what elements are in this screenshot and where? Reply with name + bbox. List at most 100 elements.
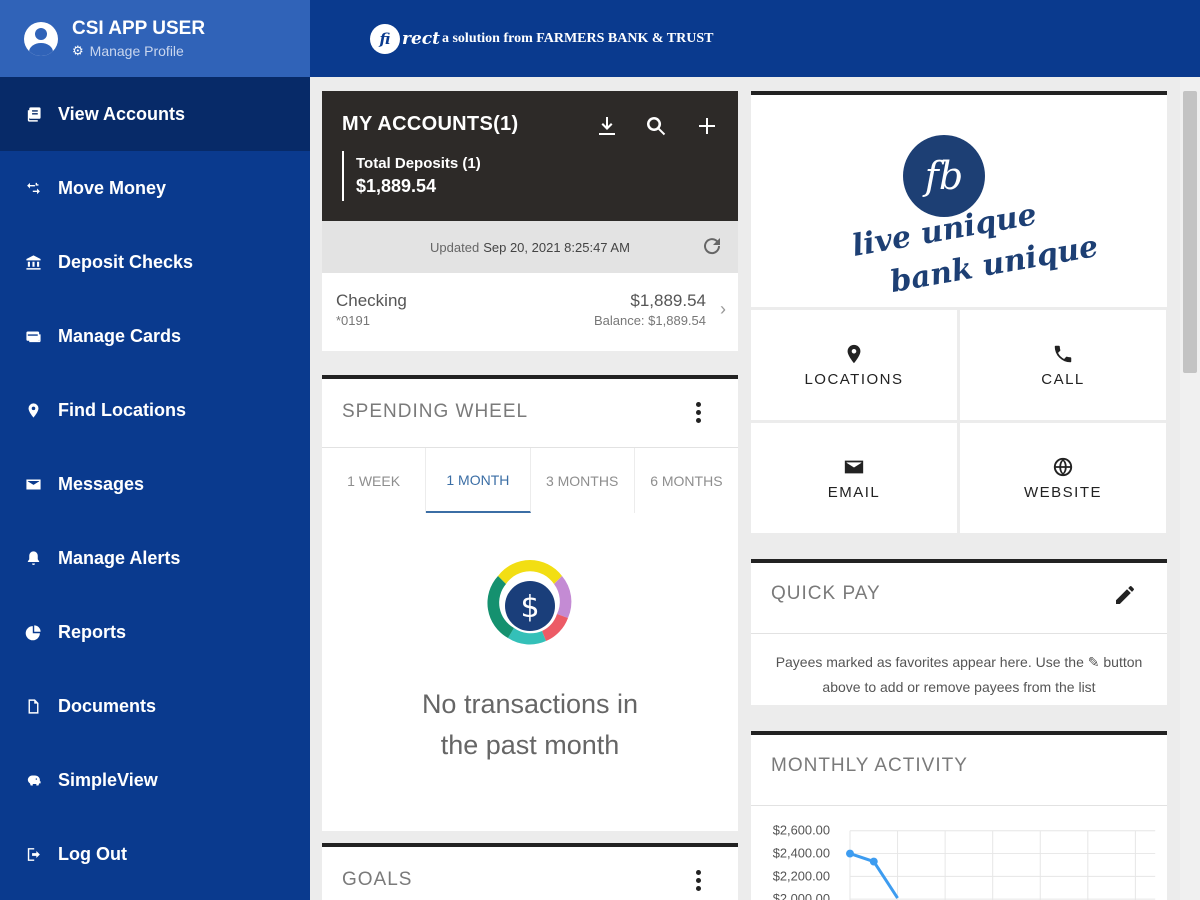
- updated-bar: Updated Sep 20, 2021 8:25:47 AM: [322, 221, 738, 273]
- empty-transactions-message: No transactions in the past month: [322, 684, 738, 766]
- accounts-icon: [24, 105, 42, 123]
- account-balance: Balance: $1,889.54: [593, 313, 706, 328]
- nav-label: Move Money: [58, 177, 167, 198]
- user-profile-box[interactable]: CSI APP USER ⚙ Manage Profile: [0, 0, 310, 77]
- pie-chart-icon: [24, 623, 42, 641]
- user-avatar-icon: [24, 21, 58, 56]
- spending-menu-button[interactable]: [688, 399, 708, 425]
- pencil-icon: ✎: [1087, 654, 1100, 670]
- account-row-checking[interactable]: Checking *0191 $1,889.54 Balance: $1,889…: [322, 273, 738, 351]
- nav-reports[interactable]: Reports: [0, 595, 310, 669]
- plus-icon: [699, 118, 715, 134]
- total-deposits-label: Total Deposits (1): [356, 155, 481, 172]
- qp-text-2: button: [1103, 654, 1143, 670]
- call-button[interactable]: CALL: [960, 310, 1166, 420]
- search-button[interactable]: [641, 111, 671, 141]
- nav-manage-cards[interactable]: Manage Cards: [0, 299, 310, 373]
- qp-text-3: above to add or remove payees from the l…: [822, 679, 1096, 695]
- user-name: CSI APP USER: [72, 18, 206, 39]
- download-icon: [599, 117, 615, 135]
- my-accounts-header: MY ACCOUNTS(1) Total Deposits (1) $1,889…: [322, 91, 738, 221]
- svg-text:$: $: [520, 590, 539, 625]
- download-button[interactable]: [592, 111, 622, 141]
- brand-tagline: a solution from FARMERS BANK & TRUST: [441, 30, 714, 46]
- data-point[interactable]: [846, 849, 854, 858]
- total-deposits: Total Deposits (1) $1,889.54: [342, 151, 481, 201]
- qp-text-1: Payees marked as favorites appear here. …: [775, 654, 1084, 670]
- piggy-bank-icon: [24, 771, 42, 789]
- document-icon: [24, 697, 42, 715]
- nav-log-out[interactable]: Log Out: [0, 817, 310, 891]
- website-label: WEBSITE: [1023, 483, 1102, 501]
- nav-manage-alerts[interactable]: Manage Alerts: [0, 521, 310, 595]
- locations-button[interactable]: LOCATIONS: [751, 310, 957, 420]
- nav-label: View Accounts: [58, 103, 186, 124]
- empty-line-2: the past month: [440, 730, 620, 760]
- spending-wheel-card: SPENDING WHEEL 1 WEEK 1 MONTH 3 MONTHS 6…: [322, 375, 738, 831]
- nav-deposit-checks[interactable]: Deposit Checks: [0, 225, 310, 299]
- refresh-button[interactable]: [700, 234, 726, 260]
- quick-pay-title: QUICK PAY: [771, 583, 881, 604]
- sidebar: CSI APP USER ⚙ Manage Profile View Accou…: [0, 0, 310, 900]
- scrollbar-thumb[interactable]: [1183, 91, 1197, 373]
- brand-logo-icon: fi: [370, 23, 400, 54]
- total-deposits-value: $1,889.54: [356, 176, 437, 196]
- email-label: EMAIL: [827, 483, 881, 501]
- add-account-button[interactable]: [692, 111, 722, 141]
- goals-menu-button[interactable]: [688, 867, 708, 893]
- locations-label: LOCATIONS: [804, 370, 904, 388]
- transfer-icon: [24, 179, 42, 197]
- main-content: MY ACCOUNTS(1) Total Deposits (1) $1,889…: [310, 77, 1200, 900]
- updated-timestamp: Sep 20, 2021 8:25:47 AM: [483, 239, 630, 255]
- nav-label: Reports: [58, 621, 127, 642]
- website-button[interactable]: WEBSITE: [960, 423, 1166, 533]
- data-point[interactable]: [869, 857, 878, 866]
- phone-icon: [1054, 345, 1072, 362]
- goals-title: GOALS: [342, 869, 413, 890]
- monthly-activity-chart: $2,600.00 $2,400.00 $2,200.00 $2,000.00: [751, 805, 1167, 900]
- nav-messages[interactable]: Messages: [0, 447, 310, 521]
- nav-label: Deposit Checks: [58, 251, 194, 272]
- nav-documents[interactable]: Documents: [0, 669, 310, 743]
- nav-simpleview[interactable]: SimpleView: [0, 743, 310, 817]
- nav-view-accounts[interactable]: View Accounts: [0, 77, 310, 151]
- logout-icon: [24, 845, 42, 863]
- tab-6-months[interactable]: 6 MONTHS: [635, 448, 738, 513]
- nav-label: SimpleView: [58, 769, 158, 790]
- email-button[interactable]: EMAIL: [751, 423, 957, 533]
- brand-script: rect: [402, 28, 440, 49]
- scrollbar[interactable]: [1180, 77, 1200, 900]
- edit-payees-button[interactable]: [1113, 583, 1137, 607]
- manage-profile-label: Manage Profile: [89, 43, 184, 59]
- updated-prefix: Updated: [430, 239, 480, 255]
- nav-label: Messages: [58, 473, 145, 494]
- monthly-activity-card: MONTHLY ACTIVITY $2,600.00 $2,400.00 $2,…: [751, 731, 1167, 900]
- gear-icon: ⚙: [72, 43, 84, 58]
- nav-label: Log Out: [58, 843, 127, 864]
- tab-3-months[interactable]: 3 MONTHS: [531, 448, 635, 513]
- quick-pay-description: Payees marked as favorites appear here. …: [751, 633, 1167, 700]
- goals-card: GOALS: [322, 843, 738, 900]
- nav-label: Documents: [58, 695, 157, 716]
- quick-pay-card: QUICK PAY Payees marked as favorites app…: [751, 559, 1167, 705]
- envelope-icon: [844, 460, 864, 473]
- nav-label: Manage Alerts: [58, 547, 181, 568]
- app-header: fi rect a solution from FARMERS BANK & T…: [310, 0, 1200, 77]
- nav-move-money[interactable]: Move Money: [0, 151, 310, 225]
- account-amount: $1,889.54: [630, 291, 706, 310]
- tab-1-month[interactable]: 1 MONTH: [426, 448, 531, 513]
- monthly-activity-title: MONTHLY ACTIVITY: [771, 755, 968, 776]
- pencil-icon: [1116, 586, 1134, 604]
- manage-profile-link[interactable]: ⚙ Manage Profile: [72, 43, 205, 59]
- nav-label: Find Locations: [58, 399, 186, 420]
- location-pin-icon: [24, 401, 42, 419]
- nav-find-locations[interactable]: Find Locations: [0, 373, 310, 447]
- spending-wheel-icon: $: [487, 560, 572, 645]
- call-label: CALL: [1041, 370, 1085, 388]
- tab-1-week[interactable]: 1 WEEK: [322, 448, 427, 513]
- bank-logo-icon: fb: [903, 135, 985, 217]
- bell-icon: [24, 549, 42, 567]
- y-tick-label: $2,000.00: [773, 891, 830, 900]
- cards-icon: [24, 327, 42, 345]
- empty-line-1: No transactions in: [421, 689, 639, 719]
